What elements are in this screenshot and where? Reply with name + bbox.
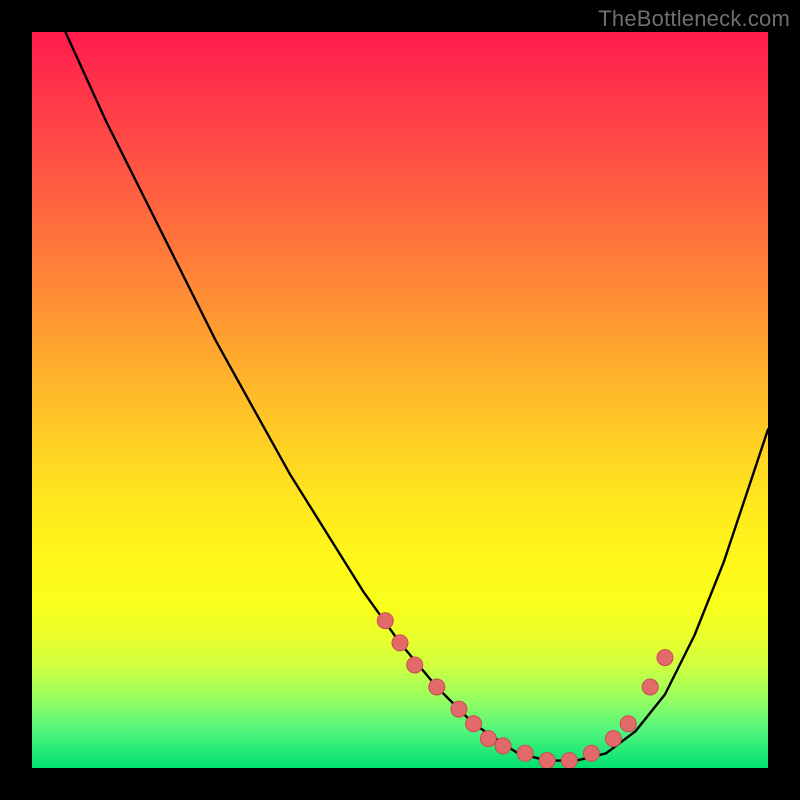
data-dot: [495, 738, 511, 754]
data-dot: [407, 657, 423, 673]
data-dot: [605, 731, 621, 747]
data-dot: [466, 716, 482, 732]
data-dot: [583, 745, 599, 761]
data-dot: [451, 701, 467, 717]
chart-frame: TheBottleneck.com: [0, 0, 800, 800]
data-dot: [392, 635, 408, 651]
data-dot: [517, 745, 533, 761]
data-dot: [480, 731, 496, 747]
data-dot: [377, 613, 393, 629]
watermark-text: TheBottleneck.com: [598, 6, 790, 32]
chart-svg: [32, 32, 768, 768]
data-dot: [620, 716, 636, 732]
dots-group: [377, 613, 673, 768]
plot-area: [32, 32, 768, 768]
data-dot: [642, 679, 658, 695]
data-dot: [429, 679, 445, 695]
data-dot: [539, 753, 555, 768]
data-dot: [657, 650, 673, 666]
data-dot: [561, 753, 577, 768]
